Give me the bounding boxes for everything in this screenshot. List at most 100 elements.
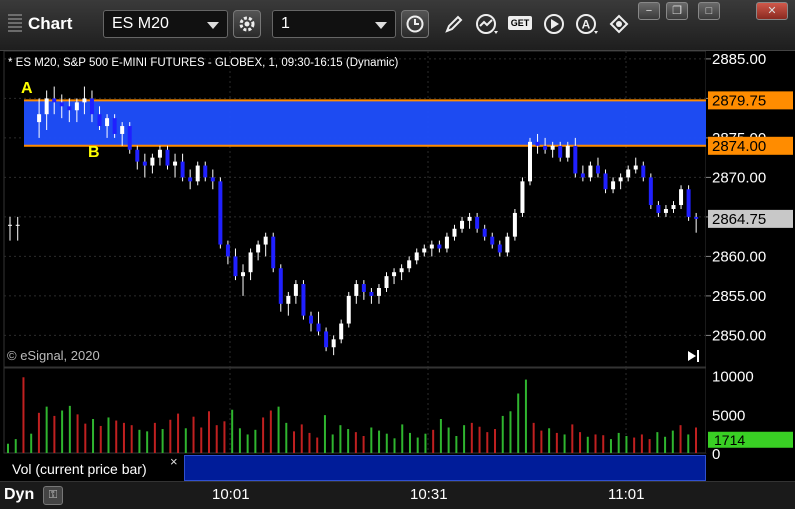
replay-button[interactable]: [540, 10, 568, 38]
candle-body: [414, 252, 419, 261]
candle-body: [663, 209, 668, 213]
y-tick-label: 2860.00: [712, 248, 766, 265]
alert-label: A: [582, 18, 591, 32]
studies-button[interactable]: [473, 10, 501, 38]
volume-bar: [84, 423, 87, 453]
get-label: GET: [510, 18, 530, 28]
volume-bar: [617, 432, 620, 453]
lock-button[interactable]: ⚿: [43, 486, 63, 505]
volume-bar: [579, 432, 582, 453]
volume-tick-label: 0: [712, 446, 720, 463]
draw-button[interactable]: [440, 10, 468, 38]
volume-bar: [509, 411, 512, 453]
volume-bar: [61, 410, 64, 453]
candle-body: [543, 145, 548, 150]
volume-bar: [432, 429, 435, 453]
candle-body: [573, 145, 578, 174]
candle-body: [490, 236, 495, 245]
volume-bar: [648, 439, 651, 453]
candle-body: [180, 161, 185, 178]
candle-body: [422, 248, 427, 253]
volume-bar: [107, 417, 110, 453]
volume-bar: [563, 434, 566, 453]
symbol-select[interactable]: ES M20: [103, 10, 228, 38]
volume-bar: [695, 427, 697, 453]
volume-bar: [447, 427, 450, 453]
dynamic-mode-label[interactable]: Dyn: [4, 486, 34, 504]
alerts-button[interactable]: A: [573, 10, 601, 38]
link-button[interactable]: [605, 10, 633, 38]
drag-grip-icon[interactable]: [8, 14, 22, 34]
candle-body: [8, 224, 12, 226]
candle-body: [173, 161, 178, 166]
lock-icon: ⚿: [48, 489, 58, 501]
volume-bar: [540, 430, 543, 453]
candle-body: [369, 291, 374, 296]
candle-body: [67, 106, 72, 111]
candle-body: [558, 145, 563, 158]
candle-body: [482, 228, 487, 237]
volume-bar: [184, 428, 187, 453]
volume-bar: [548, 428, 551, 453]
volume-bar: [293, 431, 296, 453]
settings-button[interactable]: [233, 10, 261, 38]
volume-bar: [231, 409, 234, 453]
candle-body: [346, 295, 351, 324]
volume-bar: [92, 419, 95, 453]
candle-body: [679, 189, 684, 206]
volume-study-label[interactable]: Vol (current price bar): [6, 458, 182, 480]
candle-body: [641, 165, 646, 178]
candle-body: [278, 268, 283, 304]
candle-body: [37, 114, 42, 123]
volume-bar: [316, 437, 319, 453]
candle-body: [694, 216, 699, 219]
get-data-button[interactable]: GET: [506, 10, 534, 38]
volume-tick-label: 10000: [712, 369, 754, 386]
alert-icon: A: [576, 14, 598, 34]
candle-body: [467, 216, 472, 221]
volume-bar: [640, 434, 643, 453]
study-icon: [476, 14, 498, 34]
volume-bar: [401, 424, 404, 453]
volume-bar: [246, 434, 249, 453]
volume-bar: [177, 413, 180, 453]
time-button[interactable]: [401, 10, 429, 38]
interval-select[interactable]: 1: [272, 10, 396, 38]
candle-body: [135, 149, 140, 162]
candle-body: [263, 236, 268, 245]
volume-bar: [238, 428, 241, 453]
volume-bar: [602, 435, 605, 453]
minimize-button[interactable]: −: [638, 2, 660, 20]
candle-body: [512, 212, 517, 237]
volume-bar: [347, 429, 350, 453]
restore-icon: ❐: [672, 5, 682, 17]
volume-bar: [625, 436, 628, 453]
volume-close-icon[interactable]: ×: [170, 454, 178, 469]
chart-canvas[interactable]: 2885.002880.002875.002870.002865.002860.…: [0, 0, 795, 508]
volume-bar: [494, 429, 497, 453]
restore-button[interactable]: ❐: [666, 2, 688, 20]
candle-body: [376, 288, 381, 296]
y-tick-label: 2850.00: [712, 327, 766, 344]
volume-bar: [517, 393, 520, 453]
volume-bar: [671, 430, 674, 453]
volume-bar: [478, 426, 481, 453]
candle-body: [452, 228, 457, 237]
get-icon: GET: [508, 16, 532, 30]
candle-body: [588, 165, 593, 178]
close-icon: ✕: [767, 5, 777, 17]
chevron-down-icon: [207, 22, 219, 29]
candle-body: [603, 173, 608, 190]
candle-body: [633, 165, 638, 170]
volume-bar: [153, 422, 156, 453]
maximize-button[interactable]: □: [698, 2, 720, 20]
volume-panel-bar[interactable]: [184, 455, 706, 481]
candle-body: [218, 181, 223, 245]
link-icon: [609, 14, 629, 34]
volume-bar: [207, 411, 210, 453]
volume-bar: [68, 405, 71, 453]
close-button[interactable]: ✕: [756, 2, 788, 20]
candle-body: [52, 98, 57, 103]
candle-body: [271, 236, 276, 269]
candle-body: [89, 98, 94, 115]
